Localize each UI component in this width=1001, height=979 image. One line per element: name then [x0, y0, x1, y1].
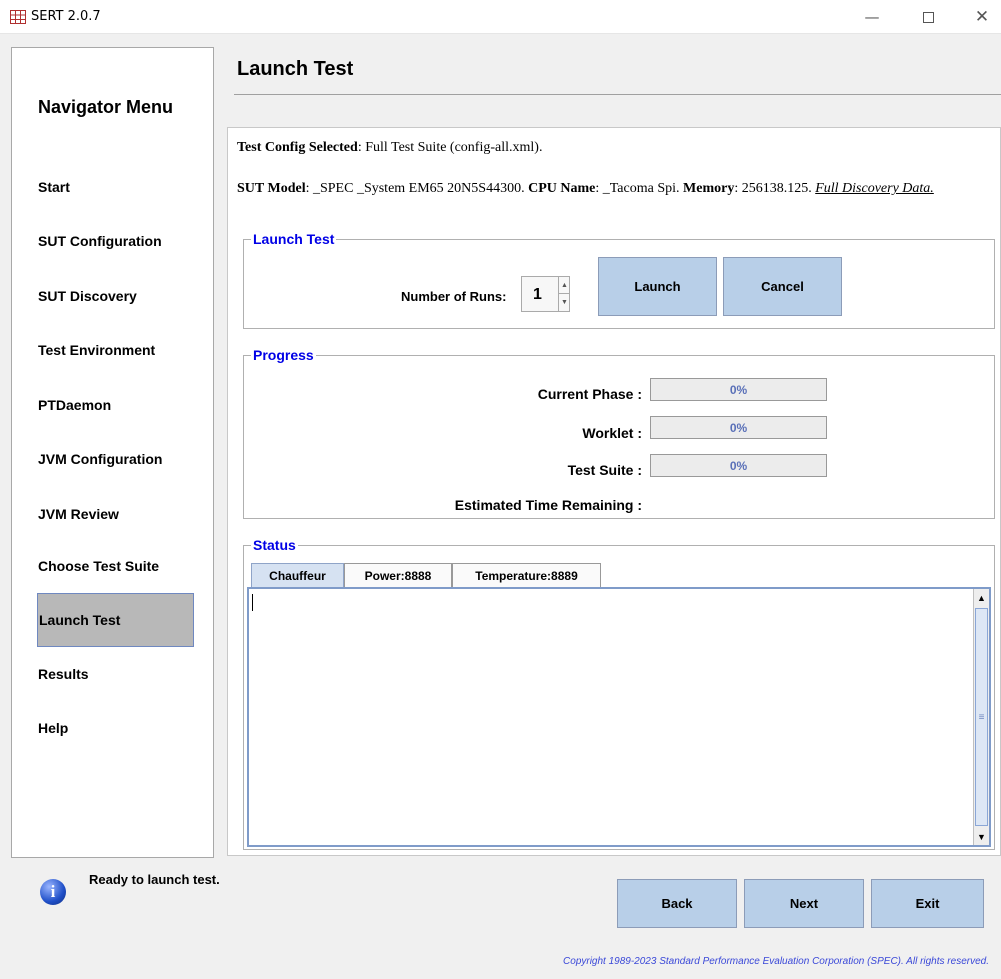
- number-of-runs-spinner[interactable]: 1 ▲ ▼: [521, 276, 570, 312]
- cancel-button[interactable]: Cancel: [723, 257, 842, 316]
- arrow-up-icon: ▲: [561, 281, 568, 289]
- nav-item-ptdaemon[interactable]: PTDaemon: [38, 397, 111, 413]
- title-bar: SERT 2.0.7 — ✕: [0, 0, 1001, 34]
- nav-item-start[interactable]: Start: [38, 179, 70, 195]
- arrow-down-icon: ▼: [561, 299, 568, 306]
- status-group: Status Chauffeur Power:8888 Temperature:…: [243, 537, 995, 850]
- worklet-progress-bar: 0%: [650, 416, 827, 439]
- nav-item-sut-discovery[interactable]: SUT Discovery: [38, 288, 137, 304]
- tab-power[interactable]: Power:8888: [344, 563, 452, 587]
- grip-icon: ≡: [978, 711, 985, 723]
- progress-group: Progress Current Phase : Worklet : Test …: [243, 347, 995, 519]
- cpu-value: : _Tacoma Spi.: [595, 181, 684, 196]
- nav-item-choose-test-suite[interactable]: Choose Test Suite: [38, 558, 159, 574]
- page-title: Launch Test: [237, 58, 354, 80]
- test-suite-progress-bar: 0%: [650, 454, 827, 477]
- spinner-up-button[interactable]: ▲: [558, 277, 570, 294]
- memory-value: : 256138.125.: [734, 181, 816, 196]
- number-of-runs-label: Number of Runs:: [401, 289, 507, 304]
- spinner-down-button[interactable]: ▼: [558, 294, 570, 311]
- current-phase-progress-bar: 0%: [650, 378, 827, 401]
- minimize-icon: —: [864, 8, 880, 26]
- title-divider: [234, 94, 1001, 95]
- status-legend: Status: [251, 537, 298, 553]
- nav-item-jvm-configuration[interactable]: JVM Configuration: [38, 451, 162, 467]
- nav-item-launch-test[interactable]: Launch Test: [37, 593, 194, 647]
- back-button[interactable]: Back: [617, 879, 737, 928]
- sut-info: SUT Model: _SPEC _System EM65 20N5S44300…: [237, 179, 987, 198]
- status-message: Ready to launch test.: [89, 872, 220, 887]
- text-caret: [252, 594, 253, 611]
- navigator-title: Navigator Menu: [38, 97, 174, 117]
- scrollbar-thumb[interactable]: ≡: [975, 608, 988, 826]
- arrow-up-icon: ▲: [977, 592, 986, 603]
- estimated-time-remaining-label: Estimated Time Remaining :: [454, 497, 642, 513]
- tab-temperature[interactable]: Temperature:8889: [452, 563, 601, 587]
- window-title: SERT 2.0.7: [31, 9, 101, 24]
- tab-chauffeur[interactable]: Chauffeur: [251, 563, 344, 587]
- nav-item-jvm-review[interactable]: JVM Review: [38, 506, 119, 522]
- scroll-up-button[interactable]: ▲: [974, 589, 989, 606]
- info-icon: i: [40, 879, 66, 905]
- launch-test-group: Launch Test Number of Runs: 1 ▲ ▼ Launch…: [243, 231, 995, 329]
- main-panel: Test Config Selected: Full Test Suite (c…: [227, 127, 1001, 856]
- test-suite-label: Test Suite :: [567, 462, 642, 478]
- close-button[interactable]: ✕: [962, 4, 1001, 30]
- scroll-down-button[interactable]: ▼: [974, 828, 989, 845]
- nav-item-help[interactable]: Help: [38, 720, 68, 736]
- maximize-icon: [922, 11, 934, 23]
- navigator-menu: Navigator Menu Start SUT Configuration S…: [11, 47, 214, 858]
- memory-label: Memory: [683, 181, 735, 196]
- config-label: Test Config Selected: [237, 140, 358, 155]
- maximize-button[interactable]: [908, 4, 948, 30]
- full-discovery-link[interactable]: Full Discovery Data.: [815, 181, 934, 196]
- nav-item-sut-configuration[interactable]: SUT Configuration: [38, 233, 162, 249]
- arrow-down-icon: ▼: [977, 831, 986, 842]
- config-value: : Full Test Suite (config-all.xml).: [357, 140, 543, 155]
- next-button[interactable]: Next: [744, 879, 864, 928]
- number-of-runs-value: 1: [533, 286, 542, 303]
- progress-labels: Current Phase : Worklet : Test Suite : E…: [244, 356, 642, 518]
- launch-test-legend: Launch Test: [251, 231, 337, 247]
- launch-button[interactable]: Launch: [598, 257, 717, 316]
- exit-button[interactable]: Exit: [871, 879, 984, 928]
- current-phase-label: Current Phase :: [537, 386, 642, 402]
- nav-item-test-environment[interactable]: Test Environment: [38, 342, 155, 358]
- sut-model-value: : _SPEC _System EM65 20N5S44300.: [305, 181, 529, 196]
- nav-item-results[interactable]: Results: [38, 666, 89, 682]
- client-area: Navigator Menu Start SUT Configuration S…: [0, 34, 1001, 979]
- cpu-label: CPU Name: [528, 181, 596, 196]
- worklet-label: Worklet :: [582, 425, 642, 441]
- status-log-scrollbar[interactable]: ▲ ≡ ▼: [973, 589, 989, 845]
- config-info: Test Config Selected: Full Test Suite (c…: [237, 140, 542, 156]
- app-grid-icon: [10, 10, 26, 24]
- status-log-textarea[interactable]: ▲ ≡ ▼: [247, 587, 991, 847]
- copyright-text: Copyright 1989-2023 Standard Performance…: [563, 956, 989, 967]
- sut-model-label: SUT Model: [237, 181, 306, 196]
- minimize-button[interactable]: —: [852, 4, 892, 30]
- close-icon: ✕: [974, 7, 990, 27]
